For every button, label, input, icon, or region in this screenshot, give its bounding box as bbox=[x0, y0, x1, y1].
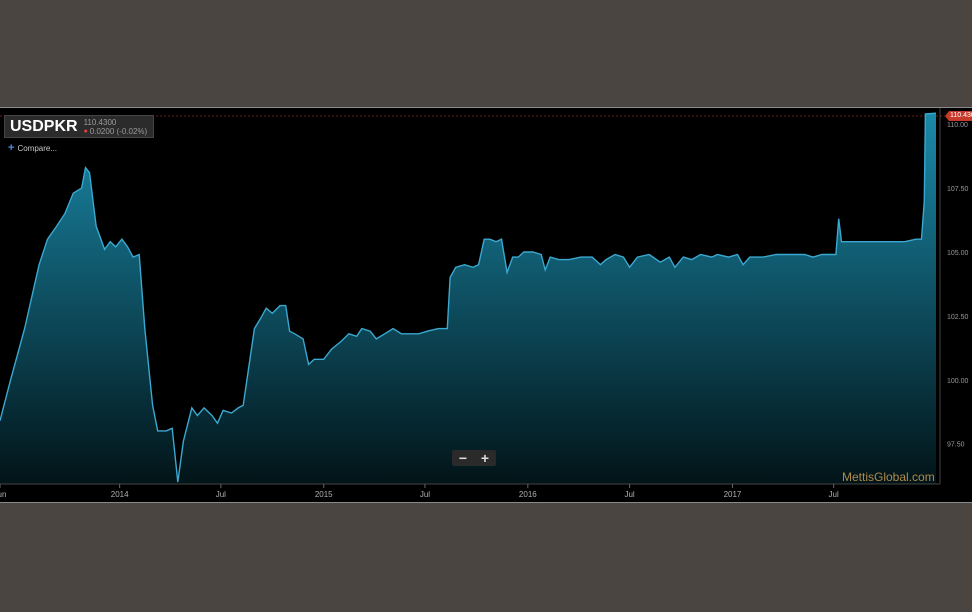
area-fill bbox=[0, 113, 936, 484]
change-value: 0.0200 (-0.02%) bbox=[89, 126, 148, 136]
chart-panel: 97.50 100.00 102.50 105.00 107.50 110.00 Jun 2… bbox=[0, 107, 972, 503]
x-tick-label: Jul bbox=[829, 490, 839, 499]
y-tick-label: 97.50 bbox=[947, 442, 965, 449]
y-tick-label: 110.00 bbox=[947, 122, 968, 129]
x-tick-label: 2015 bbox=[315, 490, 333, 499]
x-tick-label: Jul bbox=[420, 490, 430, 499]
x-tick-label: Jul bbox=[624, 490, 634, 499]
x-tick-label: Jun bbox=[0, 490, 6, 499]
last-price-value: 110.4300 bbox=[83, 117, 117, 127]
price-chart: 97.50 100.00 102.50 105.00 107.50 110.00 Jun 2… bbox=[0, 108, 969, 499]
x-tick-label: 2016 bbox=[519, 490, 537, 499]
zoom-out-button[interactable]: − bbox=[452, 450, 474, 466]
compare-button[interactable]: + Compare... bbox=[8, 142, 57, 154]
down-dot-icon: ● bbox=[83, 127, 88, 135]
plus-icon: + bbox=[8, 142, 15, 154]
watermark: MettisGlobal.com bbox=[842, 470, 935, 484]
symbol-label: USDPKR bbox=[10, 117, 78, 135]
compare-label: Compare... bbox=[17, 144, 58, 153]
zoom-controls: − + bbox=[452, 450, 496, 466]
x-tick-label: 2014 bbox=[111, 490, 129, 499]
y-tick-label: 102.50 bbox=[947, 314, 969, 321]
ticker-badge: USDPKR 110.4300 ● 0.0200 (-0.02%) bbox=[4, 115, 155, 138]
y-tick-label: 105.00 bbox=[947, 250, 969, 257]
y-tick-label: 107.50 bbox=[947, 186, 969, 193]
x-tick-label: 2017 bbox=[724, 490, 742, 499]
y-tick-label: 100.00 bbox=[947, 378, 969, 385]
zoom-in-button[interactable]: + bbox=[474, 450, 496, 466]
x-tick-label: Jul bbox=[216, 490, 226, 499]
last-price-tag: 110.430 bbox=[945, 111, 972, 121]
